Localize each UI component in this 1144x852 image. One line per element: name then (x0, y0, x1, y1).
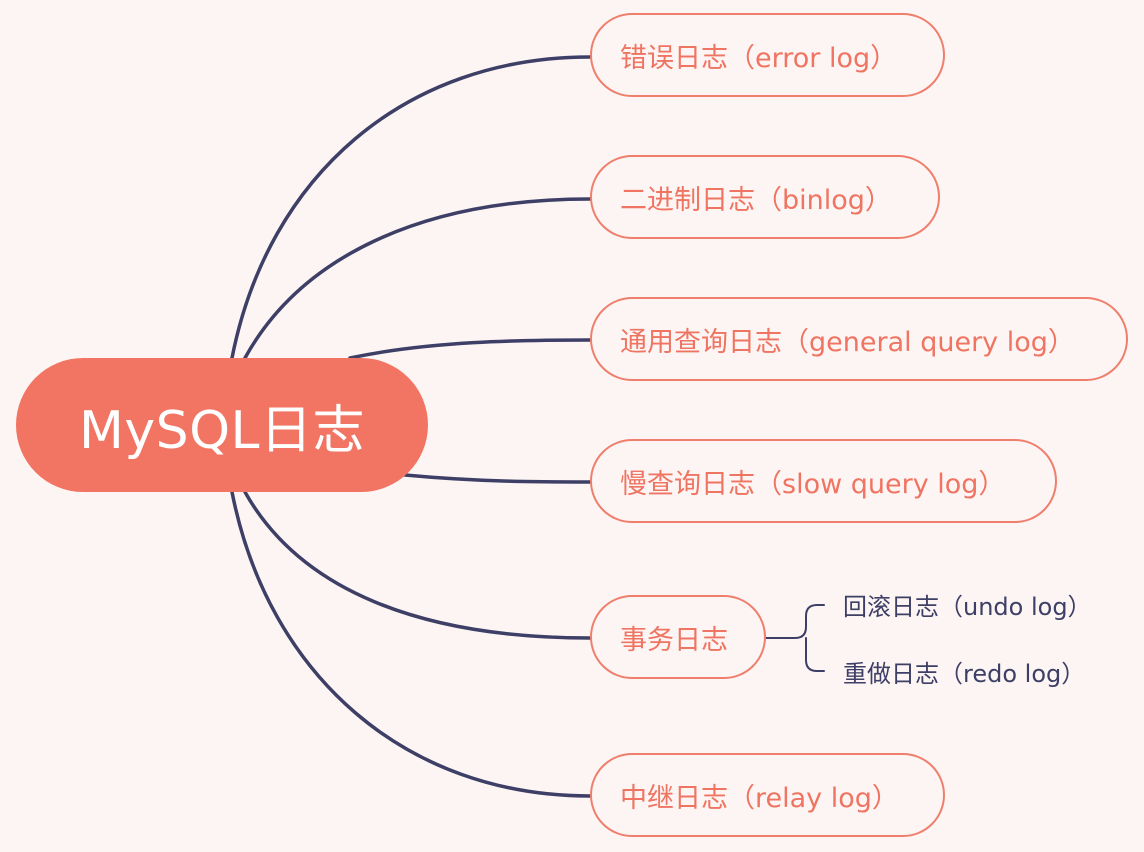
transaction-brace (765, 604, 825, 672)
branch-node-general-query-log: 通用查询日志（general query log） (590, 297, 1128, 381)
branch-label-general-query-log: 通用查询日志（general query log） (620, 326, 1075, 358)
sub-label-redo-log: 重做日志（redo log） (843, 660, 1086, 688)
sub-label-undo-log: 回滚日志（undo log） (843, 593, 1092, 621)
branch-label-error-log: 错误日志（error log） (620, 42, 898, 74)
branch-node-binlog: 二进制日志（binlog） (590, 155, 940, 239)
branch-node-relay-log: 中继日志（relay log） (590, 753, 945, 837)
connector-error (230, 55, 592, 360)
root-node: MySQL日志 (16, 358, 428, 492)
connector-binlog (243, 197, 592, 360)
connector-transaction (243, 490, 592, 640)
connector-relay (230, 490, 592, 798)
branch-node-transaction-log: 事务日志 (590, 595, 766, 679)
connector-slow (403, 473, 592, 484)
connector-general (348, 338, 592, 360)
branch-node-slow-query-log: 慢查询日志（slow query log） (590, 439, 1057, 523)
branch-node-error-log: 错误日志（error log） (590, 13, 945, 97)
branch-label-transaction-log: 事务日志 (620, 624, 728, 656)
root-label: MySQL日志 (78, 400, 366, 461)
branch-label-slow-query-log: 慢查询日志（slow query log） (620, 468, 1006, 500)
branch-label-binlog: 二进制日志（binlog） (620, 184, 892, 216)
branch-label-relay-log: 中继日志（relay log） (620, 782, 899, 814)
